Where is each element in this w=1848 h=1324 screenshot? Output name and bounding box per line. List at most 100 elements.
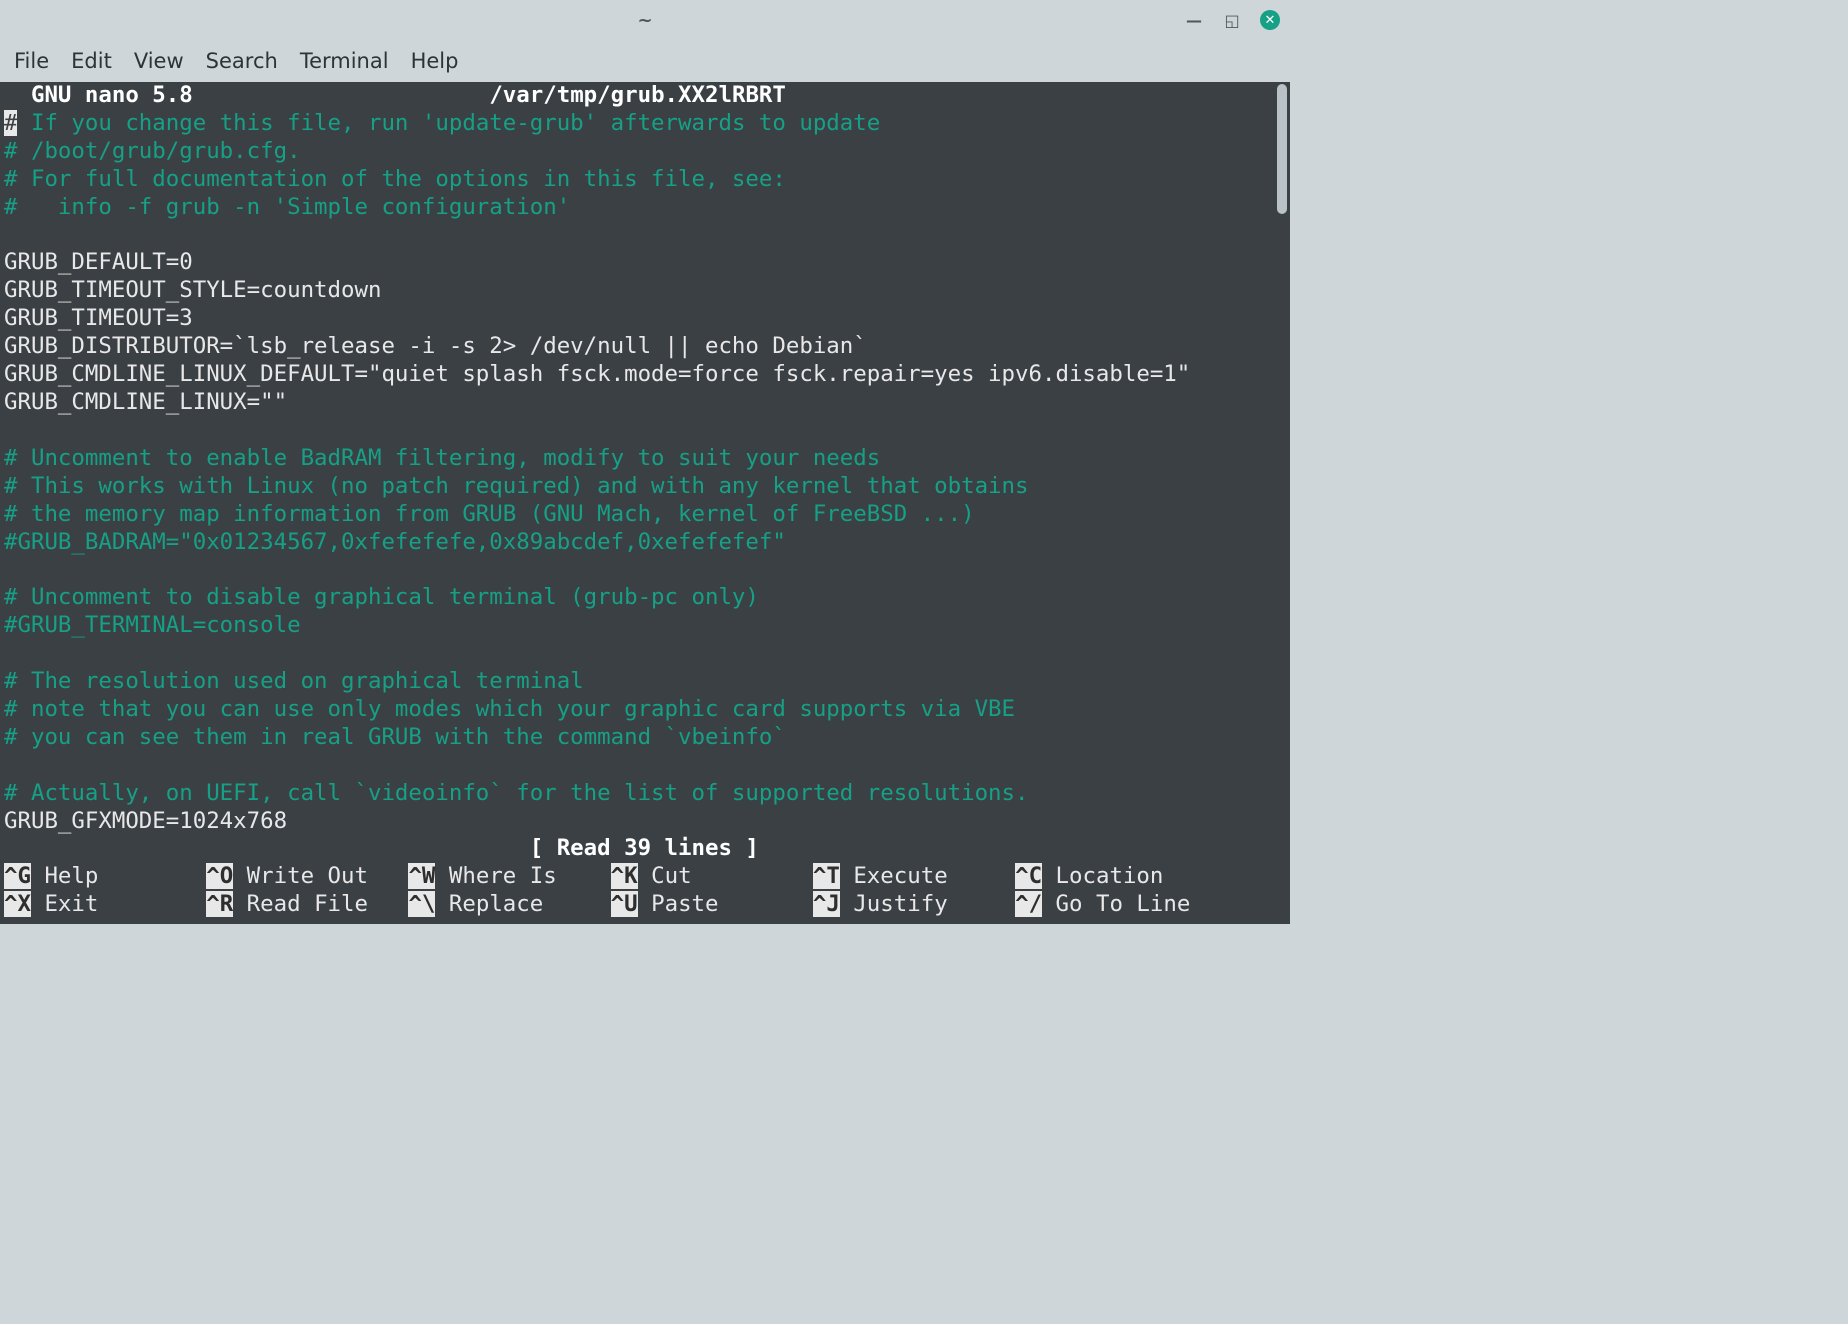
editor-text: # The resolution used on graphical termi… [4, 668, 584, 694]
editor-line[interactable]: # Actually, on UEFI, call `videoinfo` fo… [4, 780, 1274, 808]
editor-text: GRUB_TIMEOUT=3 [4, 305, 193, 331]
editor-line[interactable]: # you can see them in real GRUB with the… [4, 724, 1274, 752]
nano-header-version: GNU nano 5.8 [4, 82, 193, 108]
nano-shortcuts-row-2: ^X Exit ^R Read File ^\ Replace ^U Paste… [4, 891, 1274, 919]
shortcut-key: ^X [4, 891, 31, 917]
shortcut-key: ^T [813, 863, 840, 889]
menu-search[interactable]: Search [206, 49, 278, 73]
editor-line[interactable]: GRUB_DISTRIBUTOR=`lsb_release -i -s 2> /… [4, 333, 1274, 361]
nano-status-line: [ Read 39 lines ] [4, 835, 1274, 863]
menu-file[interactable]: File [14, 49, 49, 73]
terminal-container: GNU nano 5.8 /var/tmp/grub.XX2lRBRT# If … [0, 82, 1290, 924]
nano-header-filename: /var/tmp/grub.XX2lRBRT [489, 82, 786, 108]
shortcut-label: Exit [31, 891, 206, 917]
minimize-button[interactable]: — [1184, 10, 1204, 30]
window-titlebar: ~ — ◱ ✕ [0, 0, 1290, 40]
editor-text [4, 417, 17, 443]
scrollbar-thumb[interactable] [1277, 84, 1287, 214]
close-button[interactable]: ✕ [1260, 10, 1280, 30]
editor-text [4, 222, 17, 248]
editor-text: # /boot/grub/grub.cfg. [4, 138, 301, 164]
shortcut-key: ^R [206, 891, 233, 917]
menu-terminal[interactable]: Terminal [300, 49, 389, 73]
editor-line[interactable]: # /boot/grub/grub.cfg. [4, 138, 1274, 166]
editor-line[interactable] [4, 556, 1274, 584]
editor-line[interactable]: # Uncomment to enable BadRAM filtering, … [4, 445, 1274, 473]
editor-text: # note that you can use only modes which… [4, 696, 1015, 722]
editor-text: # info -f grub -n 'Simple configuration' [4, 194, 570, 220]
editor-line[interactable] [4, 752, 1274, 780]
editor-line[interactable]: GRUB_CMDLINE_LINUX="" [4, 389, 1274, 417]
shortcut-key: ^J [813, 891, 840, 917]
shortcut-label: Where Is [435, 863, 610, 889]
editor-text [4, 556, 17, 582]
menu-help[interactable]: Help [411, 49, 459, 73]
editor-text: # Uncomment to disable graphical termina… [4, 584, 759, 610]
editor-text: GRUB_CMDLINE_LINUX_DEFAULT="quiet splash… [4, 361, 1190, 387]
terminal[interactable]: GNU nano 5.8 /var/tmp/grub.XX2lRBRT# If … [0, 82, 1274, 924]
editor-line[interactable]: # For full documentation of the options … [4, 166, 1274, 194]
shortcut-key: ^\ [408, 891, 435, 917]
editor-text: # you can see them in real GRUB with the… [4, 724, 786, 750]
shortcut-label: Write Out [233, 863, 408, 889]
shortcut-label: Replace [435, 891, 610, 917]
editor-line[interactable] [4, 640, 1274, 668]
editor-line[interactable] [4, 417, 1274, 445]
shortcut-label: Cut [638, 863, 813, 889]
editor-line[interactable]: GRUB_TIMEOUT=3 [4, 305, 1274, 333]
menubar: File Edit View Search Terminal Help [0, 40, 1290, 82]
shortcut-key: ^W [408, 863, 435, 889]
editor-text [4, 752, 17, 778]
editor-line[interactable]: # This works with Linux (no patch requir… [4, 473, 1274, 501]
editor-line[interactable]: GRUB_TIMEOUT_STYLE=countdown [4, 277, 1274, 305]
editor-line[interactable]: # If you change this file, run 'update-g… [4, 110, 1274, 138]
editor-line[interactable]: # note that you can use only modes which… [4, 696, 1274, 724]
shortcut-key: ^/ [1015, 891, 1042, 917]
editor-line[interactable]: GRUB_CMDLINE_LINUX_DEFAULT="quiet splash… [4, 361, 1274, 389]
nano-shortcuts-row-1: ^G Help ^O Write Out ^W Where Is ^K Cut … [4, 863, 1274, 891]
shortcut-label: Paste [638, 891, 813, 917]
shortcut-key: ^O [206, 863, 233, 889]
window-title: ~ [637, 10, 652, 31]
editor-text: GRUB_GFXMODE=1024x768 [4, 808, 287, 834]
editor-text: # the memory map information from GRUB (… [4, 501, 975, 527]
maximize-button[interactable]: ◱ [1222, 10, 1242, 30]
editor-line[interactable]: GRUB_DEFAULT=0 [4, 249, 1274, 277]
shortcut-label: Help [31, 863, 206, 889]
editor-line[interactable]: #GRUB_TERMINAL=console [4, 612, 1274, 640]
editor-text: # Uncomment to enable BadRAM filtering, … [4, 445, 880, 471]
cursor: # [4, 110, 17, 136]
shortcut-key: ^K [611, 863, 638, 889]
editor-text: GRUB_DISTRIBUTOR=`lsb_release -i -s 2> /… [4, 333, 867, 359]
window-controls: — ◱ ✕ [1184, 0, 1280, 40]
menu-edit[interactable]: Edit [71, 49, 112, 73]
shortcut-key: ^C [1015, 863, 1042, 889]
scrollbar[interactable] [1274, 82, 1290, 924]
editor-text: # For full documentation of the options … [4, 166, 786, 192]
shortcut-label: Justify [840, 891, 1015, 917]
editor-line[interactable]: #GRUB_BADRAM="0x01234567,0xfefefefe,0x89… [4, 529, 1274, 557]
editor-text: #GRUB_BADRAM="0x01234567,0xfefefefe,0x89… [4, 529, 786, 555]
editor-text: #GRUB_TERMINAL=console [4, 612, 301, 638]
editor-line[interactable] [4, 222, 1274, 250]
editor-text: # Actually, on UEFI, call `videoinfo` fo… [4, 780, 1029, 806]
nano-header: GNU nano 5.8 /var/tmp/grub.XX2lRBRT [4, 82, 1274, 110]
editor-text: GRUB_CMDLINE_LINUX="" [4, 389, 287, 415]
shortcut-key: ^G [4, 863, 31, 889]
editor-text: GRUB_TIMEOUT_STYLE=countdown [4, 277, 381, 303]
editor-line[interactable]: # the memory map information from GRUB (… [4, 501, 1274, 529]
shortcut-label: Location [1042, 863, 1217, 889]
shortcut-label: Execute [840, 863, 1015, 889]
menu-view[interactable]: View [134, 49, 184, 73]
editor-line[interactable]: # Uncomment to disable graphical termina… [4, 584, 1274, 612]
shortcut-key: ^U [611, 891, 638, 917]
editor-text [4, 640, 17, 666]
editor-text: If you change this file, run 'update-gru… [17, 110, 880, 136]
editor-line[interactable]: # info -f grub -n 'Simple configuration' [4, 194, 1274, 222]
nano-status: [ Read 39 lines ] [530, 835, 759, 861]
shortcut-label: Go To Line [1042, 891, 1217, 917]
editor-text: GRUB_DEFAULT=0 [4, 249, 193, 275]
editor-line[interactable]: GRUB_GFXMODE=1024x768 [4, 808, 1274, 836]
editor-line[interactable]: # The resolution used on graphical termi… [4, 668, 1274, 696]
shortcut-label: Read File [233, 891, 408, 917]
